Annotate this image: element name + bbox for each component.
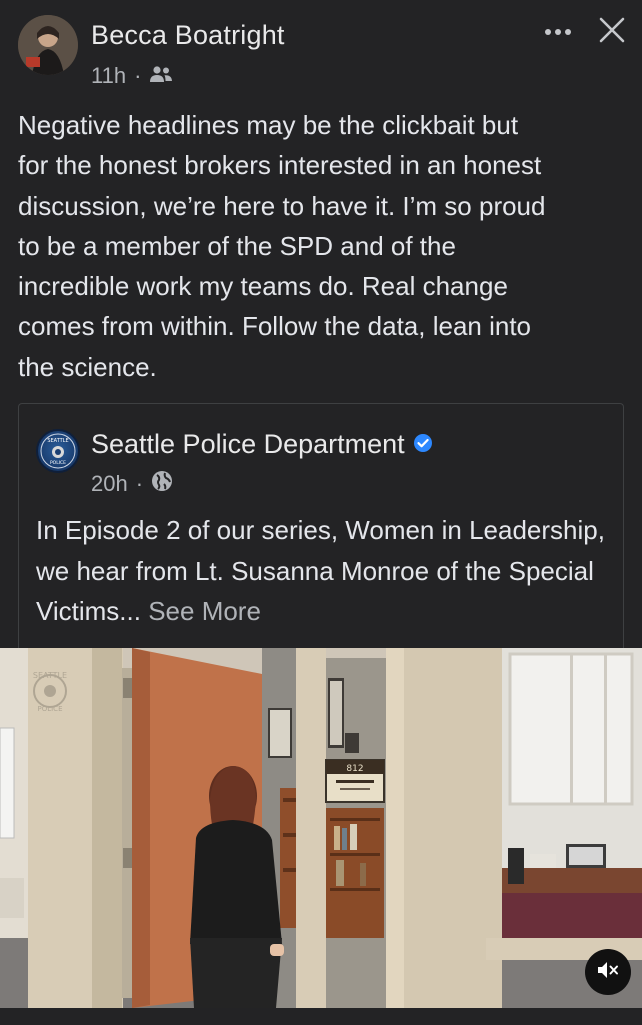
more-options-button[interactable] [540, 18, 576, 46]
post-time[interactable]: 11h [91, 63, 126, 89]
see-more-link[interactable]: See More [141, 596, 261, 626]
shared-post-text: In Episode 2 of our series, Women in Lea… [36, 510, 611, 632]
meta-separator: · [134, 63, 142, 88]
close-icon [599, 17, 625, 48]
more-icon [544, 23, 572, 41]
post-footer-divider [0, 1008, 642, 1025]
shared-post-time[interactable]: 20h [91, 471, 128, 497]
spd-page-avatar[interactable]: SEATTLE POLICE [36, 429, 80, 473]
friends-icon [149, 63, 173, 89]
video-frame: SEATTLE POLICE 812 [0, 648, 642, 1008]
door-number: 812 [346, 764, 363, 774]
author-name[interactable]: Becca Boatright [91, 20, 285, 51]
post-meta: 11h · [91, 63, 173, 89]
verified-badge-icon [413, 429, 433, 460]
shared-meta-separator: · [135, 471, 144, 496]
video-player[interactable]: SEATTLE POLICE 812 [0, 648, 642, 1008]
shared-post-card[interactable]: SEATTLE POLICE Seattle Police Department… [18, 403, 624, 649]
post-body-text: Negative headlines may be the clickbait … [18, 110, 546, 382]
shared-page-name[interactable]: Seattle Police Department [91, 429, 405, 460]
mute-toggle-button[interactable] [585, 949, 631, 995]
facebook-post: Becca Boatright 11h · Negative headlines… [0, 0, 642, 1025]
close-button[interactable] [594, 14, 630, 50]
shared-post-body: In Episode 2 of our series, Women in Lea… [36, 515, 605, 626]
watermark-bottom-text: POLICE [37, 705, 62, 713]
author-avatar[interactable] [18, 15, 78, 75]
globe-icon [151, 470, 173, 498]
spd-logo-top-text: SEATTLE [47, 438, 68, 444]
watermark-top-text: SEATTLE [33, 671, 67, 680]
shared-post-meta: 20h · [91, 470, 173, 498]
muted-speaker-icon [596, 959, 620, 986]
spd-logo-bottom-text: POLICE [50, 460, 66, 466]
shared-page-name-row: Seattle Police Department [91, 429, 433, 460]
